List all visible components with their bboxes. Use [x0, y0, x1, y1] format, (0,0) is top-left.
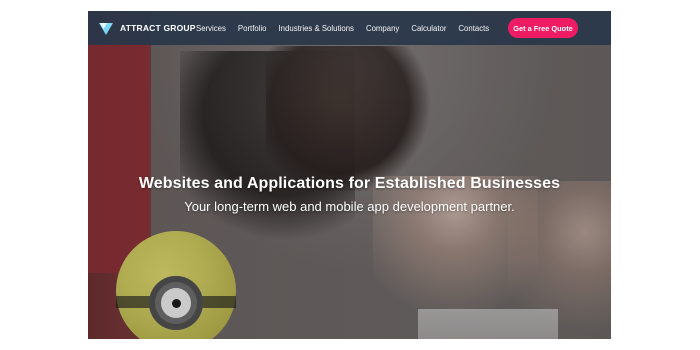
nav-item-calculator[interactable]: Calculator [411, 24, 446, 33]
nav-item-contacts[interactable]: Contacts [458, 24, 489, 33]
site-logo[interactable]: ATTRACT GROUP [98, 19, 196, 37]
hero-title: Websites and Applications for Establishe… [138, 175, 561, 192]
nav-item-company[interactable]: Company [366, 24, 399, 33]
hero-subtitle: Your long-term web and mobile app develo… [184, 199, 515, 214]
primary-nav: Services Portfolio Industries & Solution… [196, 11, 489, 45]
logo-text: ATTRACT GROUP [120, 23, 196, 33]
site-header: ATTRACT GROUP Services Portfolio Industr… [88, 11, 611, 45]
hero-frame: ATTRACT GROUP Services Portfolio Industr… [88, 11, 611, 339]
nav-item-portfolio[interactable]: Portfolio [238, 24, 267, 33]
nav-item-industries-solutions[interactable]: Industries & Solutions [279, 24, 354, 33]
attract-group-logo-icon [99, 23, 113, 35]
nav-item-services[interactable]: Services [196, 24, 226, 33]
get-free-quote-button[interactable]: Get a Free Quote [508, 18, 578, 38]
